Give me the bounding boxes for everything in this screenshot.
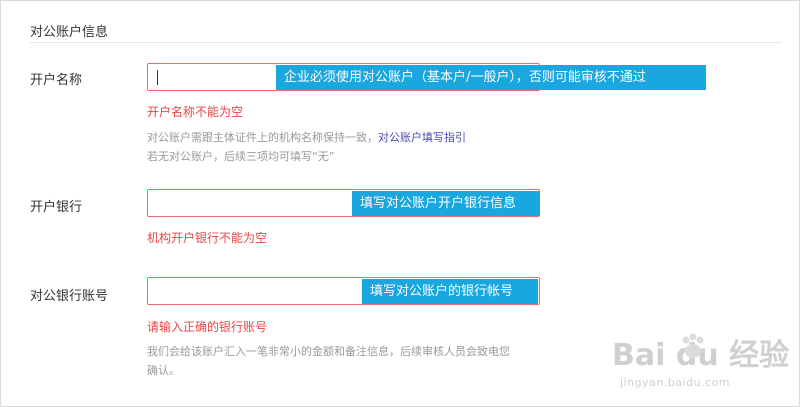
account-number-help-text: 我们会给该账户汇入一笔非常小的金额和备注信息，后续审核人员会致电您	[147, 345, 510, 358]
section-title: 对公账户信息	[30, 25, 109, 40]
account-name-error: 开户名称不能为空	[147, 105, 244, 119]
baidu-jingyan-watermark: Bai du 经验 jingyan.baidu.com	[612, 330, 792, 400]
account-name-help-text: 对公账户需跟主体证件上的机构名称保持一致，	[147, 131, 378, 144]
account-name-help: 对公账户需跟主体证件上的机构名称保持一致，对公账户填写指引 若无对公账户，后续三…	[147, 128, 466, 166]
account-number-label: 对公银行账号	[30, 289, 109, 304]
account-number-error: 请输入正确的银行账号	[147, 320, 268, 334]
account-name-help-note: 若无对公账户，后续三项均可填写“无”	[147, 150, 335, 163]
account-name-label: 开户名称	[30, 73, 83, 88]
account-guide-link[interactable]: 对公账户填写指引	[378, 131, 466, 144]
bank-error: 机构开户银行不能为空	[147, 231, 268, 245]
account-name-tooltip: 企业必须使用对公账户（基本户/一般户），否则可能审核不通过	[276, 65, 706, 90]
watermark-url: jingyan.baidu.com	[620, 376, 731, 389]
account-number-tooltip: 填写对公账户的银行帐号	[362, 279, 538, 304]
account-number-help-text-2: 确认。	[147, 364, 180, 377]
paw-icon	[682, 333, 704, 358]
section-divider	[30, 42, 782, 43]
bank-tooltip: 填写对公账户开户银行信息	[352, 191, 540, 216]
text-caret	[157, 70, 158, 85]
bank-label: 开户银行	[30, 200, 83, 215]
account-number-help: 我们会给该账户汇入一笔非常小的金额和备注信息，后续审核人员会致电您 确认。	[147, 342, 510, 380]
